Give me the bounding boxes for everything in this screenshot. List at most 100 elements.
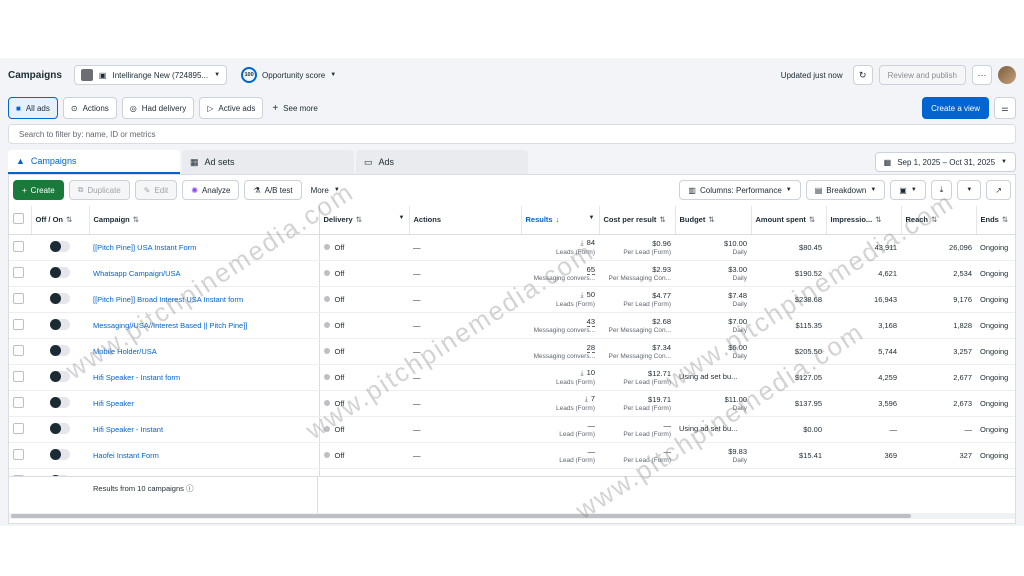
impressions-cell: 43,911 [826, 234, 901, 261]
tab-ads[interactable]: ▭ Ads [356, 150, 528, 174]
edit-button[interactable]: ✎ Edit [134, 180, 178, 200]
analyze-button[interactable]: ✺ Analyze [182, 180, 240, 200]
impressions-header[interactable]: Impressio... ⇅ [826, 206, 902, 235]
create-view-button[interactable]: Create a view [922, 97, 989, 119]
actions-view[interactable]: ⊙ Actions [62, 97, 117, 119]
table-row[interactable]: Hifi Speaker - Instant Off — — Lead (Form) — P… [9, 416, 1015, 443]
table-row[interactable]: Haofei Instant Form Off — — Lead (Form) — Per … [9, 442, 1015, 469]
review-publish-button[interactable]: Review and publish [878, 65, 966, 85]
breakdown-button[interactable]: ▤ Breakdown ▼ [805, 180, 886, 200]
chart-icon[interactable]: ↗ [986, 180, 1011, 200]
impressions-cell: 3,596 [826, 390, 901, 417]
campaign-toggle[interactable] [50, 344, 70, 356]
row-checkbox[interactable] [13, 292, 24, 304]
row-checkbox[interactable] [13, 318, 24, 330]
row-checkbox[interactable] [13, 422, 24, 434]
campaign-name-link[interactable]: [[Pitch Pine]] Broad Interest USA Instan… [93, 295, 243, 304]
tab-campaigns[interactable]: ▲ Campaigns [8, 150, 180, 174]
campaign-toggle[interactable] [50, 266, 70, 278]
campaign-toggle[interactable] [50, 422, 70, 434]
sliders-icon[interactable]: ⚌ [994, 97, 1016, 119]
row-checkbox[interactable] [13, 344, 24, 356]
account-selector[interactable]: ▣ Intellirange New (724895... ▼ [73, 65, 228, 85]
delivery-cell: Off [319, 338, 409, 365]
ends-value: Ongoing [980, 450, 1009, 460]
campaign-toggle[interactable] [50, 292, 70, 304]
opportunity-score[interactable]: 100 Opportunity score ▼ [241, 67, 336, 83]
campaign-toggle[interactable] [50, 448, 70, 460]
more-options-icon[interactable]: ··· [972, 65, 992, 85]
table-row[interactable]: Hifi Speaker Off — ⤓ 7 Leads (Form) $19.71 Per … [9, 390, 1015, 417]
amount-spent-header[interactable]: Amount spent ⇅ [751, 206, 827, 235]
campaign-name-link[interactable]: Hifi Speaker - Instant form [93, 373, 180, 382]
row-checkbox[interactable] [13, 396, 24, 408]
columns-icon: ▥ [688, 185, 696, 195]
date-range-picker[interactable]: ▦ Sep 1, 2025 – Oct 31, 2025 ▼ [874, 152, 1016, 172]
campaign-toggle[interactable] [50, 370, 70, 382]
breakdown-label: Breakdown [826, 185, 867, 195]
had-delivery-view[interactable]: ◎ Had delivery [121, 97, 195, 119]
ab-test-button[interactable]: ⚗ A/B test [244, 180, 302, 200]
download-arrow-icon: ⤓ [580, 292, 584, 299]
refresh-icon[interactable]: ↻ [852, 65, 873, 85]
row-checkbox[interactable] [13, 370, 24, 382]
see-more-button[interactable]: + See more [268, 103, 322, 114]
campaign-toggle[interactable] [50, 318, 70, 330]
campaign-toggle[interactable] [50, 240, 70, 252]
campaign-name-link[interactable]: Haofei Instant Form [93, 451, 159, 460]
campaign-name-link[interactable]: Hifi Speaker - Instant [93, 425, 163, 434]
campaign-header[interactable]: Campaign ⇅ [89, 206, 320, 235]
campaigns-icon: ▲ [16, 156, 25, 166]
ends-value: Ongoing [980, 346, 1009, 356]
table-row[interactable]: Hifi Speaker - Instant form Off — ⤓ 10 Leads … [9, 364, 1015, 391]
reach-header[interactable]: Reach ⇅ [901, 206, 977, 235]
budget-value: $7.00 [728, 316, 747, 326]
table-row[interactable]: Mobile Holder/USA Off — 28 Messaging convers… [9, 338, 1015, 365]
duplicate-button[interactable]: ⧉ Duplicate [68, 180, 130, 200]
update-status: Updated just now [780, 70, 843, 80]
campaign-toggle[interactable] [50, 396, 70, 408]
actions-header[interactable]: Actions [409, 206, 522, 235]
campaign-name-link[interactable]: [[Pitch Pine]] USA Instant Form [93, 243, 196, 252]
table-row[interactable]: [[Pitch Pine]] USA Instant Form Off — ⤓ 84 Le… [9, 234, 1015, 261]
off-on-header[interactable]: Off / On ⇅ [31, 206, 90, 235]
delivery-header[interactable]: Delivery ⇅ ▼ [319, 206, 410, 235]
search-input[interactable]: Search to filter by: name, ID or metrics [8, 124, 1016, 144]
reach-value: 2,677 [953, 372, 972, 382]
table-row[interactable]: Messaging//USA//Interest Based || Pitch … [9, 312, 1015, 339]
export-options-button[interactable]: ▼ [957, 180, 982, 200]
budget-header[interactable]: Budget ⇅ [675, 206, 752, 235]
select-all-checkbox[interactable] [13, 213, 24, 225]
edit-label: Edit [154, 185, 169, 195]
avatar[interactable] [998, 66, 1016, 84]
columns-button[interactable]: ▥ Columns: Performance ▼ [679, 180, 801, 200]
tab-ad-sets[interactable]: ▦ Ad sets [182, 150, 354, 174]
export-button[interactable]: ⤓ [930, 180, 953, 200]
actions-cell: — [409, 416, 521, 443]
impressions-value: 4,621 [878, 268, 897, 278]
active-ads-view[interactable]: ▷ Active ads [199, 97, 264, 119]
reports-button[interactable]: ▣ ▼ [890, 180, 926, 200]
horizontal-scrollbar[interactable] [9, 513, 1015, 519]
impressions-value: 16,943 [874, 294, 897, 304]
results-header[interactable]: Results ↓ ▼ [521, 206, 600, 235]
all-ads-view[interactable]: ■ All ads [8, 97, 58, 119]
more-button[interactable]: More ▼ [307, 186, 344, 195]
scrollbar-thumb[interactable] [11, 514, 911, 518]
info-icon[interactable]: ⓘ [186, 484, 194, 493]
campaign-name-link[interactable]: Hifi Speaker [93, 399, 134, 408]
create-button[interactable]: + Create [13, 180, 64, 200]
budget-value: Using ad set bu... [679, 372, 738, 381]
row-checkbox[interactable] [13, 266, 24, 278]
campaign-name-link[interactable]: Whatsapp Campaign/USA [93, 269, 181, 278]
delivery-status: Off [334, 320, 345, 330]
more-label: More [310, 185, 329, 195]
row-checkbox[interactable] [13, 448, 24, 460]
campaign-name-link[interactable]: Mobile Holder/USA [93, 347, 157, 356]
campaign-name-link[interactable]: Messaging//USA//Interest Based || Pitch … [93, 321, 247, 330]
table-row[interactable]: Whatsapp Campaign/USA Off — 65 Messaging con… [9, 260, 1015, 287]
table-row[interactable]: [[Pitch Pine]] Broad Interest USA Instan… [9, 286, 1015, 313]
cost-per-result-header[interactable]: Cost per result ⇅ [599, 206, 676, 235]
row-checkbox[interactable] [13, 240, 24, 252]
ends-header[interactable]: Ends ⇅ [976, 206, 1015, 235]
